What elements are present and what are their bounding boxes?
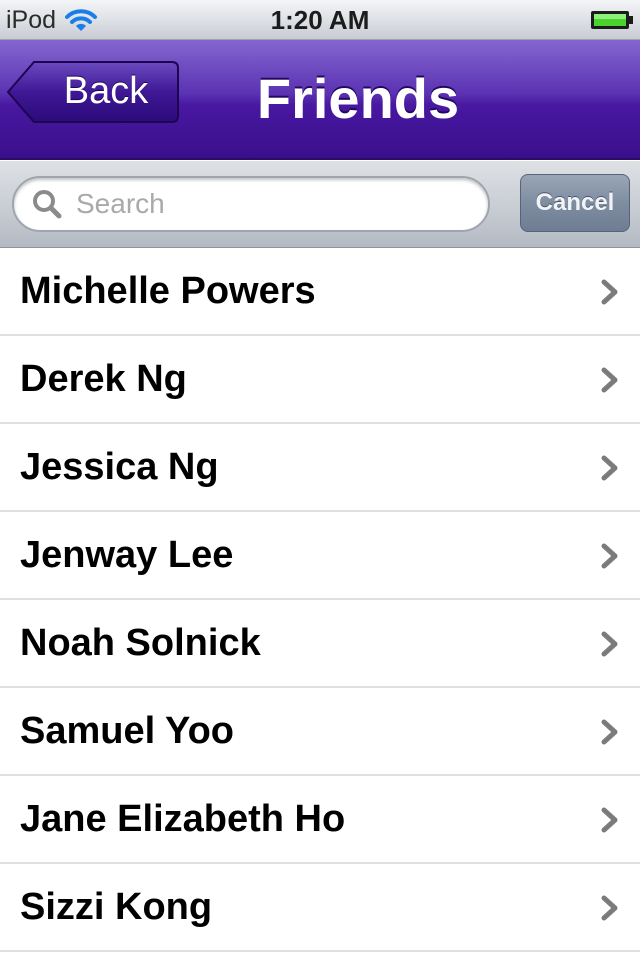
back-button-label: Back <box>63 70 149 112</box>
list-item[interactable]: Jessica Ng <box>0 424 640 512</box>
chevron-right-icon <box>601 895 618 921</box>
list-item[interactable]: Michelle Powers <box>0 248 640 336</box>
status-bar: iPod 1:20 AM <box>0 0 640 40</box>
chevron-right-icon <box>601 367 618 393</box>
chevron-right-icon <box>601 631 618 657</box>
cancel-button[interactable]: Cancel <box>520 174 630 232</box>
status-time: 1:20 AM <box>270 5 370 35</box>
list-item[interactable]: Derek Ng <box>0 336 640 424</box>
friend-name: Derek Ng <box>20 358 187 400</box>
chevron-right-icon <box>601 455 618 481</box>
friend-name: Sizzi Kong <box>20 886 213 928</box>
list-item[interactable]: Jane Elizabeth Ho <box>0 776 640 864</box>
list-item[interactable]: Sizzi Kong <box>0 864 640 952</box>
friend-name: Jane Elizabeth Ho <box>20 798 346 840</box>
back-button[interactable]: Back <box>6 60 180 124</box>
list-item[interactable]: Samuel Yoo <box>0 688 640 776</box>
chevron-right-icon <box>601 719 618 745</box>
chevron-right-icon <box>601 543 618 569</box>
friend-name: Jenway Lee <box>20 534 234 576</box>
page-title: Friends <box>256 67 460 130</box>
search-icon <box>33 190 62 219</box>
search-field[interactable] <box>12 176 490 232</box>
friends-list: Michelle Powers Derek Ng Jessica Ng Jenw… <box>0 248 640 960</box>
search-bar: Cancel <box>0 161 640 248</box>
list-item[interactable]: Noah Solnick <box>0 600 640 688</box>
navigation-bar: Back Friends <box>0 40 640 160</box>
list-item[interactable]: Jenway Lee <box>0 512 640 600</box>
chevron-right-icon <box>601 279 618 305</box>
friend-name: Michelle Powers <box>20 270 316 312</box>
friend-name: Jessica Ng <box>20 446 219 488</box>
friend-name: Noah Solnick <box>20 622 261 664</box>
chevron-right-icon <box>601 807 618 833</box>
search-input[interactable] <box>76 188 456 220</box>
battery-full-icon <box>591 11 633 29</box>
friend-name: Samuel Yoo <box>20 710 234 752</box>
